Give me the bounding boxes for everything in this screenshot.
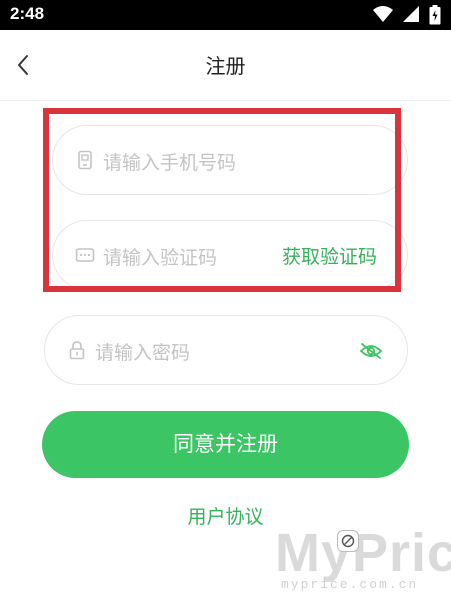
lock-icon [69, 341, 85, 360]
header: 注册 [0, 30, 451, 101]
phone-icon [78, 150, 92, 170]
status-icons [369, 5, 441, 25]
register-button[interactable]: 同意并注册 [42, 411, 409, 478]
get-code-button[interactable]: 获取验证码 [282, 242, 377, 269]
verification-code-placeholder: 请输入验证码 [103, 247, 218, 269]
user-agreement-link[interactable]: 用户协议 [0, 502, 451, 529]
watermark-url: myprice.com.cn [281, 577, 419, 592]
block-icon [341, 534, 355, 548]
cellular-signal-icon [402, 6, 419, 22]
watermark-badge [337, 530, 359, 552]
password-placeholder: 请输入密码 [95, 342, 191, 364]
phone-field[interactable]: 请输入手机号码 [52, 125, 408, 195]
watermark-text: MyPrice [275, 523, 451, 583]
battery-icon [429, 5, 441, 25]
status-bar: 2:48 [0, 0, 451, 30]
wifi-icon [372, 6, 393, 22]
watermark: MyPrice myprice.com.cn [275, 522, 451, 600]
phone-placeholder: 请输入手机号码 [103, 152, 237, 174]
password-field[interactable]: 请输入密码 [44, 315, 408, 385]
message-icon [75, 248, 95, 262]
verification-code-field[interactable]: 请输入验证码 获取验证码 [52, 220, 408, 290]
status-time: 2:48 [10, 4, 45, 23]
page-title: 注册 [205, 54, 246, 78]
eye-hidden-icon[interactable] [359, 340, 383, 362]
